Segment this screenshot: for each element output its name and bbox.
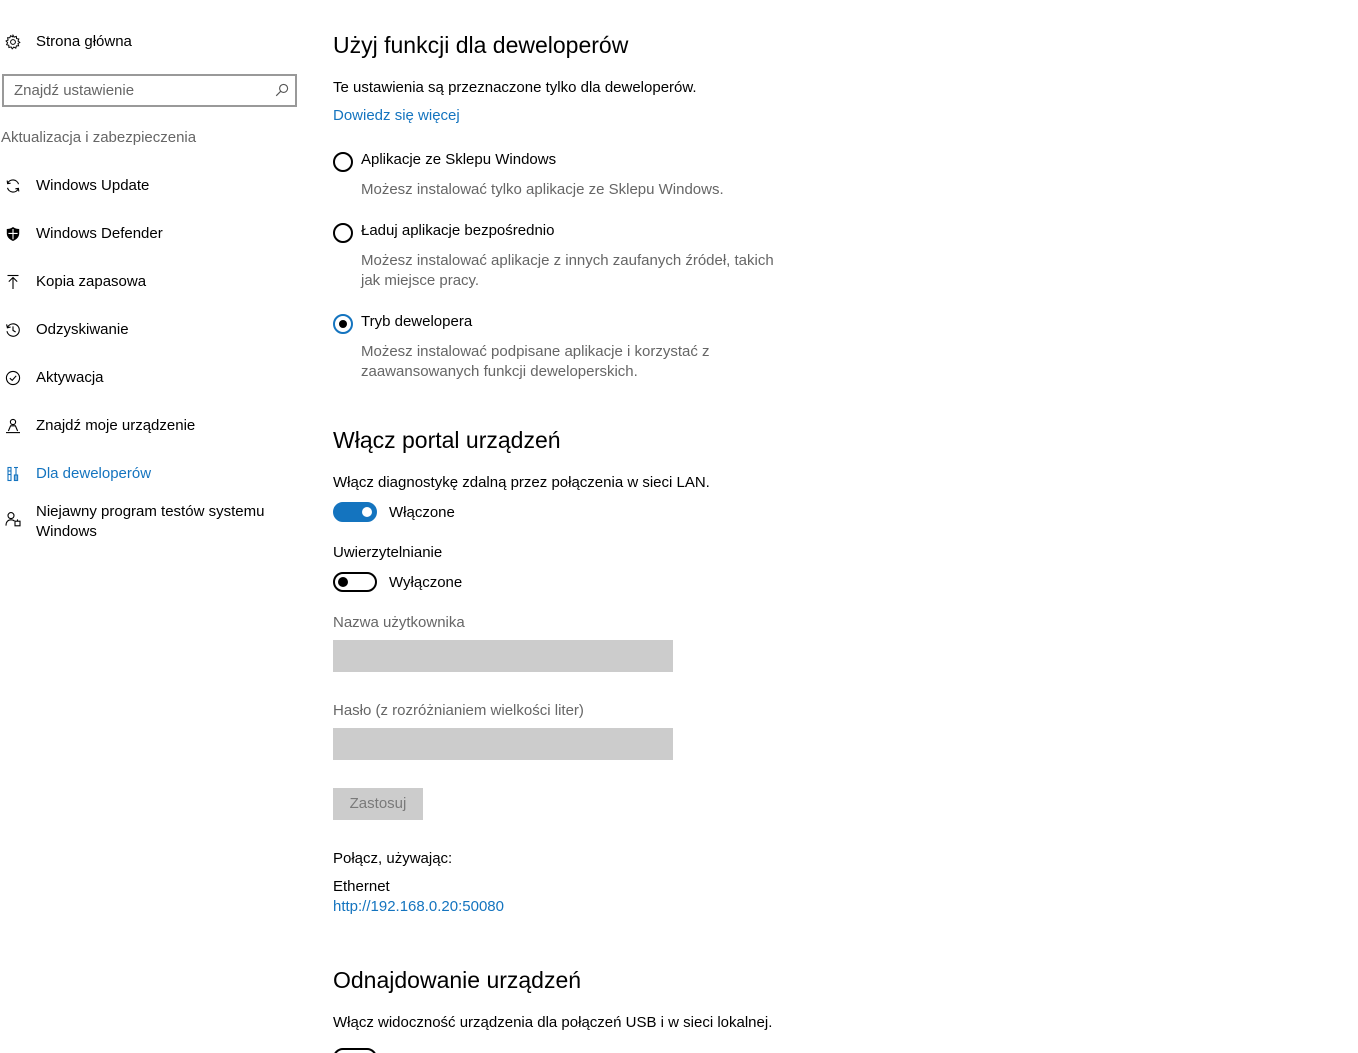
history-icon — [5, 322, 21, 338]
username-label: Nazwa użytkownika — [333, 614, 465, 631]
sidebar-item-backup[interactable]: Kopia zapasowa — [0, 262, 300, 302]
developer-features-title: Użyj funkcji dla deweloperów — [333, 32, 629, 58]
radio-store-apps-description: Możesz instalować tylko aplikacje ze Skl… — [361, 181, 724, 198]
radio-store-apps-label: Aplikacje ze Sklepu Windows — [361, 151, 557, 168]
sidebar-item-insider-program[interactable]: Niejawny program testów systemu Windows — [0, 498, 300, 550]
sidebar-item-label: Dla deweloperów — [36, 465, 152, 482]
upload-arrow-icon — [5, 274, 21, 290]
home-label: Strona główna — [36, 33, 132, 50]
password-label: Hasło (z rozróżnianiem wielkości liter) — [333, 702, 584, 719]
sidebar-item-label: Kopia zapasowa — [36, 273, 147, 290]
sidebar-item-recovery[interactable]: Odzyskiwanie — [0, 310, 300, 350]
authentication-label: Uwierzytelnianie — [333, 544, 443, 561]
authentication-toggle[interactable] — [333, 572, 377, 592]
developer-intro-text: Te ustawienia są przeznaczone tylko dla … — [333, 79, 697, 96]
sidebar-item-label: Aktywacja — [36, 369, 104, 386]
radio-developer-mode-description: Możesz instalować podpisane aplikacje i … — [361, 343, 710, 380]
toggle-knob — [362, 507, 372, 517]
remote-diagnostics-label: Włącz diagnostykę zdalną przez połączeni… — [333, 474, 710, 491]
radio-sideload-apps[interactable]: Ładuj aplikacje bezpośrednio — [333, 221, 633, 245]
gear-icon — [5, 34, 21, 50]
section-heading: Aktualizacja i zabezpieczenia — [1, 129, 197, 146]
sidebar-item-for-developers[interactable]: Dla deweloperów — [0, 454, 300, 494]
developer-tools-icon — [5, 466, 21, 482]
apply-button: Zastosuj — [333, 788, 423, 820]
search-icon[interactable] — [275, 83, 289, 97]
sidebar-item-find-my-device[interactable]: Znajdź moje urządzenie — [0, 406, 300, 446]
radio-sideload-apps-label: Ładuj aplikacje bezpośrednio — [361, 222, 555, 239]
device-portal-address-link[interactable]: http://192.168.0.20:50080 — [333, 897, 504, 917]
check-circle-icon — [5, 370, 21, 386]
sidebar: Strona główna Aktualizacja i zabezpiecze… — [0, 0, 300, 1053]
shield-icon — [5, 226, 21, 242]
radio-developer-mode[interactable]: Tryb dewelopera — [333, 312, 633, 336]
sidebar-item-windows-defender[interactable]: Windows Defender — [0, 214, 300, 254]
sidebar-item-label: Odzyskiwanie — [36, 321, 129, 338]
toggle-knob — [338, 577, 348, 587]
learn-more-link[interactable]: Dowiedz się więcej — [333, 106, 460, 126]
home-link[interactable]: Strona główna — [0, 22, 300, 62]
device-visibility-toggle[interactable] — [333, 1048, 377, 1053]
connect-using-label: Połącz, używając: — [333, 850, 453, 867]
insider-icon — [5, 511, 21, 527]
radio-button[interactable] — [333, 152, 353, 172]
radio-button[interactable] — [333, 223, 353, 243]
connection-interface: Ethernet — [333, 878, 390, 895]
sidebar-item-label: Znajdź moje urządzenie — [36, 417, 196, 434]
radio-button-selected[interactable] — [333, 314, 353, 334]
remote-diagnostics-state: Włączone — [389, 504, 455, 521]
device-discovery-title: Odnajdowanie urządzeń — [333, 967, 582, 993]
sidebar-item-windows-update[interactable]: Windows Update — [0, 166, 300, 206]
sidebar-item-label: Niejawny program testów systemu Windows — [36, 503, 265, 540]
settings-window: Strona główna Aktualizacja i zabezpiecze… — [0, 0, 1358, 1053]
search-input[interactable] — [4, 76, 274, 105]
device-portal-title: Włącz portal urządzeń — [333, 427, 561, 453]
main-content: Użyj funkcji dla deweloperów Te ustawien… — [333, 0, 1333, 1053]
authentication-state: Wyłączone — [389, 574, 463, 591]
radio-store-apps[interactable]: Aplikacje ze Sklepu Windows — [333, 150, 633, 174]
device-visibility-label: Włącz widoczność urządzenia dla połączeń… — [333, 1014, 773, 1031]
username-field — [333, 640, 673, 672]
remote-diagnostics-toggle[interactable] — [333, 502, 377, 522]
sync-icon — [5, 178, 21, 194]
person-location-icon — [5, 418, 21, 434]
sidebar-item-label: Windows Update — [36, 177, 150, 194]
radio-sideload-apps-description: Możesz instalować aplikacje z innych zau… — [361, 252, 774, 289]
password-field — [333, 728, 673, 760]
sidebar-item-activation[interactable]: Aktywacja — [0, 358, 300, 398]
sidebar-item-label: Windows Defender — [36, 225, 163, 242]
radio-developer-mode-label: Tryb dewelopera — [361, 313, 473, 330]
settings-search-box — [2, 74, 297, 107]
